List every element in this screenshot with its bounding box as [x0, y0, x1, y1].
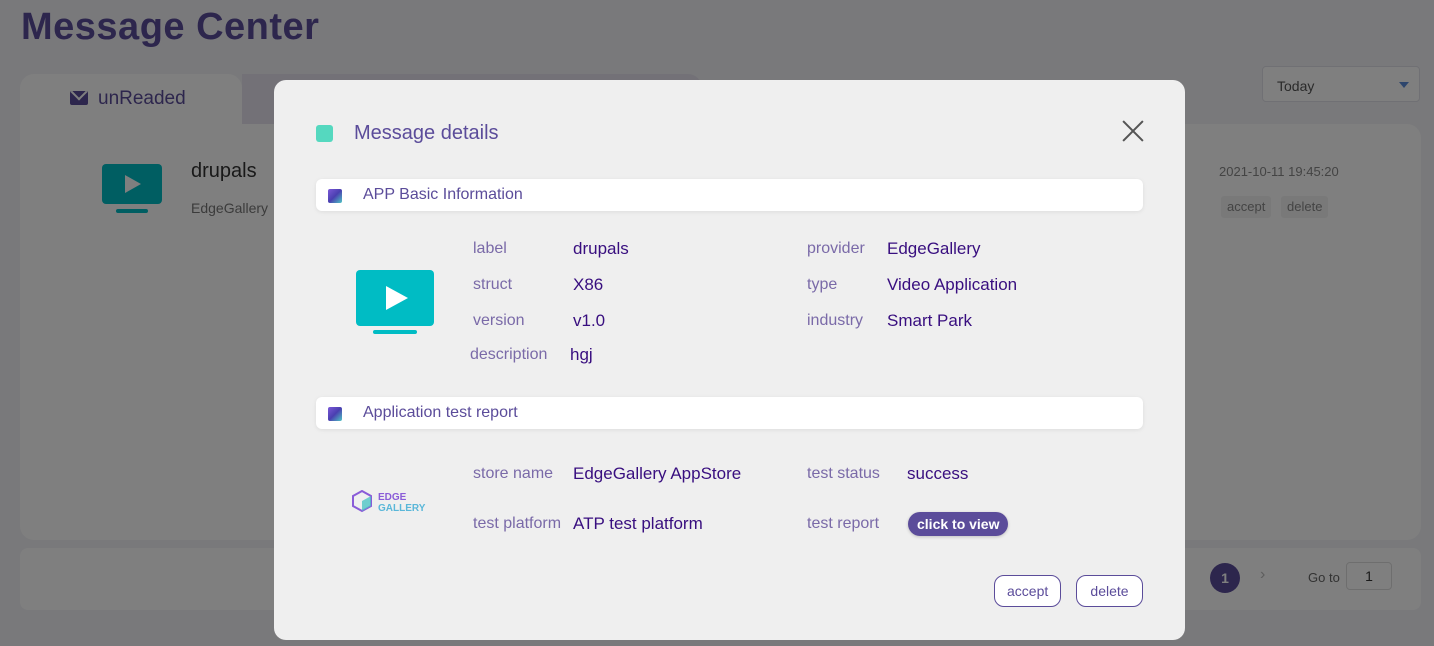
field-store-name-value: EdgeGallery AppStore [573, 464, 742, 483]
logo-text-edge: EDGE [378, 492, 407, 503]
logo-text-gallery: GALLERY [378, 503, 426, 514]
field-struct-value: X86 [573, 275, 604, 294]
field-provider-label: provider [807, 240, 865, 257]
field-provider-value: EdgeGallery [887, 239, 981, 258]
message-details-dialog: Message details APP Basic Information la… [274, 80, 1185, 640]
field-struct-label: struct [473, 276, 513, 293]
accept-button[interactable]: accept [994, 575, 1061, 607]
test-report-header: Application test report [316, 397, 1143, 429]
video-tv-icon [356, 270, 434, 334]
view-report-button[interactable]: click to view [908, 512, 1009, 536]
field-version-label: version [473, 312, 525, 329]
section-square-icon [328, 407, 342, 421]
field-test-platform-label: test platform [473, 515, 562, 532]
field-industry-label: industry [807, 312, 864, 329]
title-marker-icon [316, 125, 333, 142]
edgegallery-logo: EDGE GALLERY [352, 490, 426, 514]
basic-info-title: APP Basic Information [363, 186, 523, 203]
field-test-report-label: test report [807, 515, 880, 532]
delete-button[interactable]: delete [1076, 575, 1143, 607]
field-description-value: hgj [570, 345, 593, 364]
test-report-title: Application test report [363, 404, 518, 421]
field-test-status-value: success [907, 464, 969, 483]
field-test-status-label: test status [807, 465, 880, 482]
basic-info-header: APP Basic Information [316, 179, 1143, 211]
field-type-value: Video Application [887, 275, 1018, 294]
close-icon[interactable] [1118, 116, 1148, 146]
field-store-name-label: store name [473, 465, 554, 482]
field-label-value: drupals [573, 239, 629, 258]
field-type-label: type [807, 276, 838, 293]
dialog-title: Message details [354, 122, 499, 144]
field-description-label: description [470, 346, 548, 363]
field-version-value: v1.0 [573, 311, 606, 330]
field-test-platform-value: ATP test platform [573, 514, 703, 533]
section-square-icon [328, 189, 342, 203]
field-label-label: label [473, 240, 507, 257]
field-industry-value: Smart Park [887, 311, 973, 330]
